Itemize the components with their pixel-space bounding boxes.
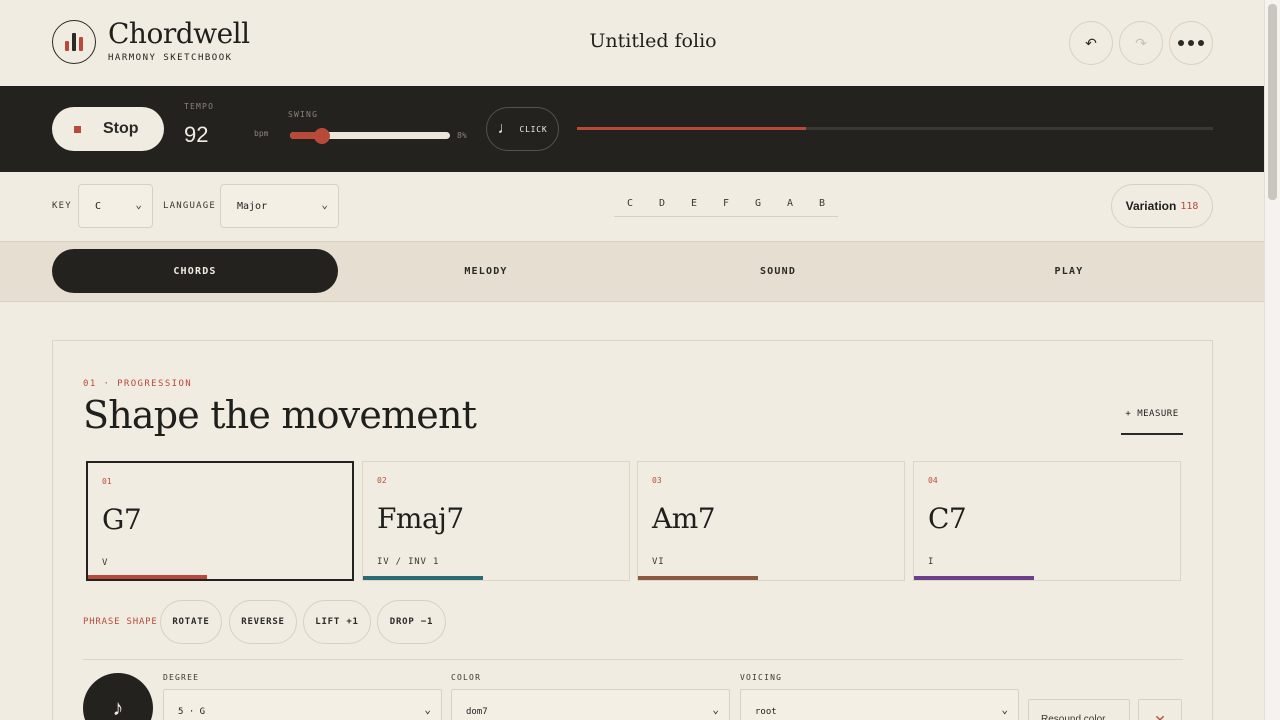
swing-value: 8%	[457, 131, 467, 140]
chord-card[interactable]: 04 C7 I	[913, 461, 1181, 581]
color-select[interactable]: dom7 ⌄	[451, 689, 730, 720]
more-dots-icon	[1178, 40, 1204, 46]
degree-select-value: 5 · G	[178, 707, 206, 717]
voicing-select-value: root	[755, 707, 777, 717]
chevron-down-icon: ⌄	[1001, 703, 1008, 716]
scale-note[interactable]: E	[678, 198, 710, 217]
degree-select[interactable]: 5 · G ⌄	[163, 689, 442, 720]
variation-label: Variation	[1125, 199, 1177, 213]
chord-degree: V	[102, 558, 109, 568]
color-label: COLOR	[451, 673, 482, 682]
tab-sound[interactable]: SOUND	[635, 249, 921, 293]
chord-card[interactable]: 02 Fmaj7 IV / INV 1	[362, 461, 630, 581]
chord-name: Fmaj7	[377, 502, 464, 535]
chord-color-bar	[914, 576, 1034, 580]
section-heading: Shape the movement	[83, 393, 477, 437]
undo-icon: ↶	[1085, 34, 1097, 51]
reverse-button[interactable]: REVERSE	[229, 600, 297, 644]
chord-number: 02	[377, 476, 387, 485]
lift-button[interactable]: LIFT +1	[303, 600, 371, 644]
progression-card: 01 · PROGRESSION Shape the movement + ME…	[52, 340, 1213, 720]
key-row: KEY C ⌄ LANGUAGE Major ⌄ C D E F G A B V…	[0, 172, 1264, 241]
chord-name: G7	[102, 503, 142, 536]
phrase-shape-label: PHRASE SHAPE	[83, 617, 158, 627]
redo-button[interactable]: ↷	[1119, 21, 1163, 65]
stop-icon	[74, 125, 81, 133]
chord-degree: IV / INV 1	[377, 557, 440, 567]
chord-name: Am7	[652, 502, 716, 535]
key-select[interactable]: C ⌄	[78, 184, 153, 228]
scale-note[interactable]: C	[614, 198, 646, 217]
scale-note[interactable]: B	[806, 198, 838, 217]
variation-number: 118	[1180, 200, 1199, 212]
more-button[interactable]	[1169, 21, 1213, 65]
degree-label: DEGREE	[163, 673, 200, 682]
scale-note[interactable]: G	[742, 198, 774, 217]
scale-note[interactable]: F	[710, 198, 742, 217]
chord-number: 04	[928, 476, 938, 485]
variation-button[interactable]: Variation 118	[1111, 184, 1213, 228]
metronome-note-icon: ♩	[497, 120, 514, 137]
tab-play[interactable]: PLAY	[926, 249, 1212, 293]
chevron-down-icon: ⌄	[712, 703, 719, 716]
chevron-down-icon: ⌄	[321, 198, 328, 211]
tempo-value[interactable]: 92	[184, 122, 208, 148]
voicing-label: VOICING	[740, 673, 783, 682]
scale-note[interactable]: A	[774, 198, 806, 217]
page-scrollbar[interactable]	[1264, 0, 1280, 720]
resound-color-button[interactable]: Resound color	[1028, 699, 1130, 720]
color-select-value: dom7	[466, 707, 488, 717]
language-label: LANGUAGE	[163, 201, 216, 211]
tempo-unit: bpm	[254, 129, 269, 138]
swing-label: SWING	[288, 110, 319, 119]
language-select[interactable]: Major ⌄	[220, 184, 339, 228]
close-icon: ✕	[1154, 712, 1166, 720]
chord-color-bar	[363, 576, 483, 580]
voicing-select[interactable]: root ⌄	[740, 689, 1019, 720]
click-toggle[interactable]: ♩ CLICK	[486, 107, 559, 151]
playhead-progress[interactable]	[577, 127, 1213, 130]
tempo-label: TEMPO	[184, 102, 215, 111]
scale-notes: C D E F G A B	[614, 198, 838, 217]
click-label: CLICK	[519, 124, 548, 134]
chevron-down-icon: ⌄	[424, 703, 431, 716]
chord-degree: VI	[652, 557, 665, 567]
scrollbar-thumb[interactable]	[1268, 4, 1277, 200]
undo-button[interactable]: ↶	[1069, 21, 1113, 65]
play-chord-button[interactable]: ♪	[83, 673, 153, 720]
music-note-icon: ♪	[112, 695, 124, 720]
language-select-value: Major	[237, 200, 268, 212]
chord-card[interactable]: 03 Am7 VI	[637, 461, 905, 581]
chevron-down-icon: ⌄	[135, 198, 142, 211]
tab-melody[interactable]: MELODY	[343, 249, 629, 293]
divider	[83, 659, 1183, 660]
drop-button[interactable]: DROP −1	[377, 600, 446, 644]
rotate-button[interactable]: ROTATE	[160, 600, 222, 644]
stop-button[interactable]: Stop	[52, 107, 164, 151]
chord-name: C7	[928, 502, 967, 535]
delete-chord-button[interactable]: ✕	[1138, 699, 1182, 720]
brand-tagline: HARMONY SKETCHBOOK	[108, 53, 233, 63]
stop-label: Stop	[103, 120, 139, 137]
chord-number: 03	[652, 476, 662, 485]
section-tabs: CHORDS MELODY SOUND PLAY	[0, 241, 1264, 302]
transport-bar: Stop TEMPO 92 bpm SWING 8% ♩ CLICK	[0, 86, 1264, 172]
chord-degree: I	[928, 557, 935, 567]
chord-number: 01	[102, 477, 112, 486]
chord-color-bar	[88, 575, 207, 579]
tab-chords[interactable]: CHORDS	[52, 249, 338, 293]
app-header: Chordwell HARMONY SKETCHBOOK Untitled fo…	[0, 0, 1264, 86]
playhead-progress-fill	[577, 127, 806, 130]
key-label: KEY	[52, 201, 72, 211]
swing-slider-thumb[interactable]	[314, 128, 330, 144]
key-select-value: C	[95, 200, 102, 212]
chord-card[interactable]: 01 G7 V	[86, 461, 354, 581]
section-eyebrow: 01 · PROGRESSION	[83, 379, 193, 389]
add-measure-button[interactable]: + MEASURE	[1121, 409, 1183, 435]
scale-note[interactable]: D	[646, 198, 678, 217]
redo-icon: ↷	[1135, 34, 1147, 51]
chord-color-bar	[638, 576, 758, 580]
